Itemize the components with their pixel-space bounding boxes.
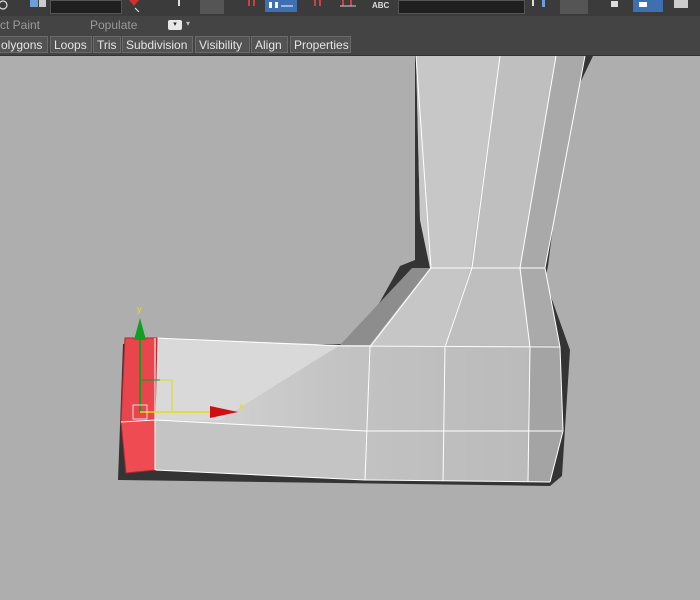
- tab-tris[interactable]: Tris: [93, 36, 121, 53]
- tab-properties[interactable]: Properties: [290, 36, 351, 53]
- main-toolbar: ABC: [0, 0, 700, 17]
- ribbon-header: ct Paint Populate ▾ ▾: [0, 16, 700, 35]
- selection-filter-field[interactable]: [50, 0, 122, 14]
- undo-icon[interactable]: [0, 0, 10, 12]
- perspective-viewport[interactable]: x y: [0, 56, 700, 600]
- snap-toggle-icon[interactable]: [265, 0, 297, 12]
- populate-tab[interactable]: Populate: [90, 18, 137, 32]
- render-setup-icon[interactable]: [608, 0, 622, 12]
- render-frame-icon[interactable]: [633, 0, 663, 12]
- tab-align[interactable]: Align: [251, 36, 288, 53]
- gizmo-y-label: y: [137, 304, 142, 314]
- modeling-ribbon-tabs: olygons Loops Tris Subdivision Visibilit…: [0, 35, 700, 56]
- gizmo-y-arrow-icon[interactable]: [134, 318, 146, 340]
- tab-subdivision[interactable]: Subdivision: [122, 36, 193, 53]
- chevron-down-icon[interactable]: ▾: [186, 19, 190, 28]
- render-icon[interactable]: [670, 0, 700, 12]
- ribbon-options-dropdown-icon[interactable]: ▾: [168, 20, 182, 30]
- layer-field[interactable]: [560, 0, 588, 14]
- reference-coord-field[interactable]: [200, 0, 224, 14]
- named-selection-field[interactable]: [398, 0, 525, 14]
- pivot-icon[interactable]: [246, 0, 262, 12]
- select-object-icon[interactable]: [28, 0, 48, 12]
- abc-icon[interactable]: ABC: [372, 0, 389, 12]
- align-icon[interactable]: [338, 0, 360, 12]
- tab-visibility[interactable]: Visibility: [195, 36, 250, 53]
- layer-icon[interactable]: [530, 0, 554, 12]
- mirror-icon[interactable]: [310, 0, 326, 12]
- gizmo-x-label: x: [239, 401, 244, 411]
- object-paint-tab[interactable]: ct Paint: [0, 18, 40, 32]
- tab-polygons[interactable]: olygons: [0, 36, 48, 53]
- rotate-icon[interactable]: [175, 0, 183, 12]
- select-move-icon[interactable]: [127, 0, 141, 12]
- tab-loops[interactable]: Loops: [50, 36, 92, 53]
- mesh-upper-leg: [416, 56, 585, 268]
- viewport-canvas[interactable]: x y: [0, 56, 700, 600]
